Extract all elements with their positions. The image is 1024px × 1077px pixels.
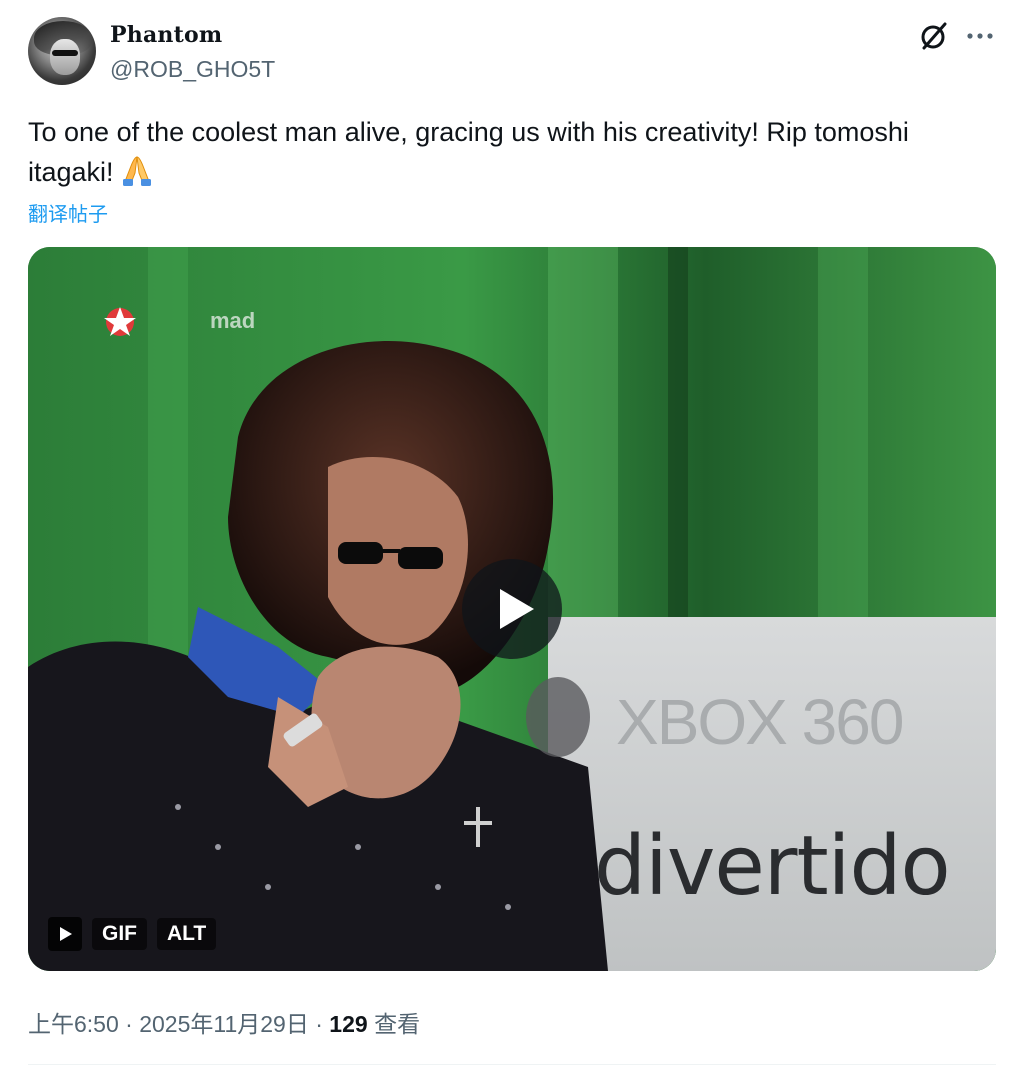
avatar[interactable]: [28, 17, 96, 85]
views-label: 查看: [374, 1011, 421, 1037]
play-button[interactable]: [462, 559, 562, 659]
gif-controls: GIF ALT: [48, 916, 217, 952]
tweet-time[interactable]: 上午6:50: [28, 1011, 119, 1037]
tweet-date[interactable]: 2025年11月29日: [139, 1011, 309, 1037]
gif-play-button[interactable]: [48, 917, 82, 951]
tweet-meta: 上午6:50 · 2025年11月29日 · 129 查看: [28, 1005, 420, 1039]
grok-icon[interactable]: [918, 20, 950, 52]
media-logo-text: mad: [210, 308, 256, 333]
tweet: Phantom @ROB_GHO5T To one of the coolest…: [0, 0, 1024, 1077]
media-sign-text: divertido: [594, 819, 951, 914]
views-count[interactable]: 129: [329, 1011, 367, 1037]
play-icon: [60, 927, 72, 941]
folded-hands-emoji: [122, 156, 151, 186]
author-display-name[interactable]: Phantom: [110, 22, 222, 48]
gif-media[interactable]: mad XBOX 360 divertido GIF ALT: [28, 247, 996, 971]
gif-badge: GIF: [92, 918, 147, 950]
media-xbox-text: XBOX 360: [616, 686, 904, 758]
meta-separator: ·: [125, 1011, 133, 1037]
author-handle[interactable]: @ROB_GHO5T: [110, 56, 275, 83]
translate-post-link[interactable]: 翻译帖子: [28, 198, 108, 227]
meta-separator: ·: [315, 1011, 323, 1037]
alt-badge[interactable]: ALT: [157, 918, 217, 950]
tweet-text: To one of the coolest man alive, gracing…: [28, 112, 988, 192]
divider: [28, 1064, 996, 1065]
play-icon: [500, 589, 534, 629]
tweet-text-content: To one of the coolest man alive, gracing…: [28, 117, 909, 187]
more-icon[interactable]: [964, 22, 996, 50]
